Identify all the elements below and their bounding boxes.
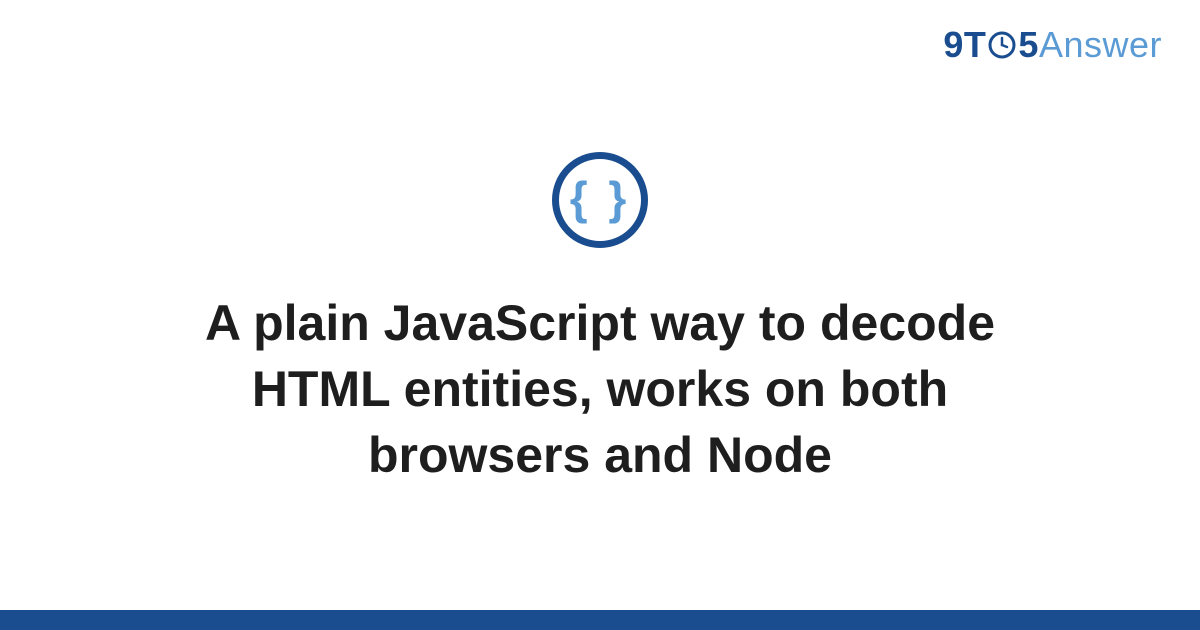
category-icon-wrapper: { } bbox=[552, 152, 648, 248]
main-content: { } A plain JavaScript way to decode HTM… bbox=[0, 0, 1200, 630]
code-braces-icon: { } bbox=[570, 175, 631, 221]
footer-accent-bar bbox=[0, 610, 1200, 630]
article-title: A plain JavaScript way to decode HTML en… bbox=[100, 290, 1100, 488]
category-icon-circle: { } bbox=[552, 152, 648, 248]
